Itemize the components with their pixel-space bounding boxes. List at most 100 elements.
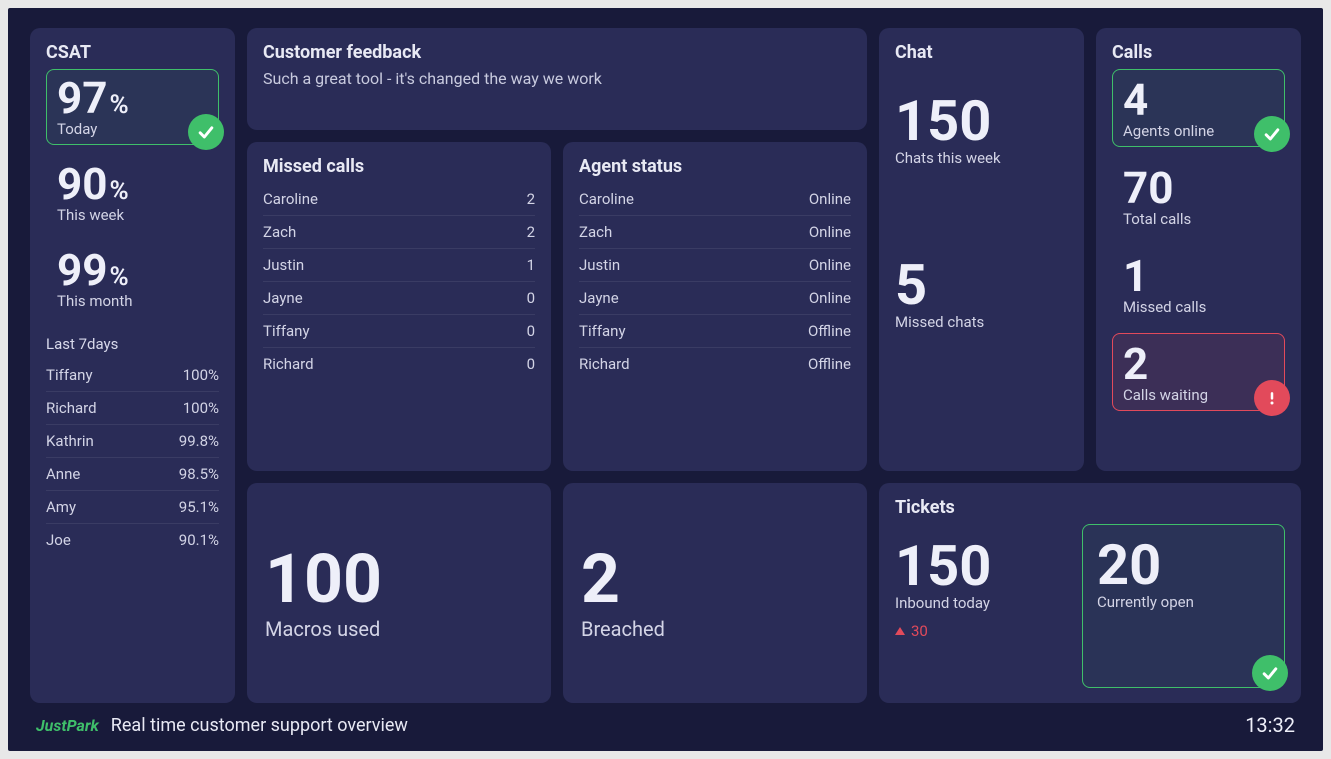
calls-missed-label: Missed calls xyxy=(1123,298,1274,316)
tickets-title: Tickets xyxy=(895,497,1285,518)
mid-row: Missed calls Caroline2Zach2Justin1Jayne0… xyxy=(247,142,867,471)
row-value: Online xyxy=(809,256,851,274)
row-value: 100% xyxy=(183,366,219,384)
tickets-open-value: 20 xyxy=(1097,537,1270,593)
table-row: Jayne 0 xyxy=(263,282,535,315)
table-row: Zach2 xyxy=(263,216,535,249)
row-value: 1 xyxy=(527,256,535,274)
tickets-inbound-value: 150 xyxy=(895,538,1068,594)
table-row: JustinOnline xyxy=(579,249,851,282)
csat-week: 90% This week xyxy=(46,155,219,231)
agent-status-list: CarolineOnlineZachOnlineJustinOnlineJayn… xyxy=(579,183,851,380)
row-value: Online xyxy=(809,289,851,307)
chat-week-label: Chats this week xyxy=(895,149,1068,167)
calls-total-value: 70 xyxy=(1123,166,1274,210)
table-row: Tiffany100% xyxy=(46,359,219,392)
calls-agents: 4 Agents online xyxy=(1112,69,1285,147)
dashboard-screen: CSAT 97% Today 90% This week 99% This mo… xyxy=(8,8,1323,751)
csat-today-label: Today xyxy=(57,120,208,138)
row-name: Richard xyxy=(46,399,97,417)
table-row: Joe90.1% xyxy=(46,524,219,556)
row-value: Online xyxy=(809,223,851,241)
table-row: Zach Online xyxy=(579,216,851,249)
row-name: Caroline xyxy=(579,190,634,208)
calls-missed: 1 Missed calls xyxy=(1112,245,1285,323)
row-name: Zach xyxy=(579,223,612,241)
chat-missed-value: 5 xyxy=(895,257,1068,313)
csat-month: 99% This month xyxy=(46,241,219,317)
csat-last7-label: Last 7days xyxy=(46,335,219,353)
row-value: 100% xyxy=(183,399,219,417)
csat-week-value: 90 xyxy=(57,158,108,210)
calls-agents-value: 4 xyxy=(1123,78,1274,122)
clock: 13:32 xyxy=(1245,713,1295,737)
footer-title: Real time customer support overview xyxy=(111,715,408,736)
calls-waiting-label: Calls waiting xyxy=(1123,386,1274,404)
row-value: 0 xyxy=(527,322,535,340)
table-row: Caroline2 xyxy=(263,183,535,216)
table-row: RichardOffline xyxy=(579,348,851,380)
check-icon xyxy=(1254,116,1290,152)
row-value: 0 xyxy=(527,355,535,373)
row-name: Caroline xyxy=(263,190,318,208)
calls-waiting: 2 Calls waiting xyxy=(1112,333,1285,411)
calls-title: Calls xyxy=(1112,42,1285,63)
dashboard-grid: CSAT 97% Today 90% This week 99% This mo… xyxy=(30,28,1301,703)
feedback-card: Customer feedback Such a great tool - it… xyxy=(247,28,867,130)
csat-today: 97% Today xyxy=(46,69,219,145)
macros-row: 100 Macros used 2 Breached xyxy=(247,483,867,703)
tickets-inbound-delta: 30 xyxy=(895,622,1068,640)
macros-value: 100 xyxy=(265,545,533,613)
row-name: Jayne xyxy=(579,289,619,307)
calls-total: 70 Total calls xyxy=(1112,157,1285,235)
row-value: Online xyxy=(809,190,851,208)
footer: JustPark Real time customer support over… xyxy=(30,703,1301,741)
feedback-title: Customer feedback xyxy=(263,42,851,63)
alert-icon xyxy=(1254,380,1290,416)
tickets-inbound: 150 Inbound today 30 xyxy=(895,524,1068,688)
chat-week-value: 150 xyxy=(895,93,1068,149)
row-name: Richard xyxy=(263,355,314,373)
breached-value: 2 xyxy=(581,545,849,613)
row-name: Jayne xyxy=(263,289,303,307)
chat-card: Chat 150 Chats this week 5 Missed chats xyxy=(879,28,1084,471)
row-name: Joe xyxy=(46,531,71,549)
missed-calls-card: Missed calls Caroline2Zach2Justin1Jayne0… xyxy=(247,142,551,471)
table-row: Kathrin99.8% xyxy=(46,425,219,458)
row-value: Offline xyxy=(808,322,851,340)
csat-today-value: 97 xyxy=(57,72,108,124)
breached-card: 2 Breached xyxy=(563,483,867,703)
agent-status-title: Agent status xyxy=(579,156,851,177)
tickets-inbound-label: Inbound today xyxy=(895,594,1068,612)
row-value: 0 xyxy=(527,289,535,307)
check-icon xyxy=(1252,655,1288,691)
csat-week-label: This week xyxy=(57,206,208,224)
csat-today-unit: % xyxy=(110,90,129,120)
chat-week: 150 Chats this week xyxy=(895,93,1068,167)
row-name: Amy xyxy=(46,498,76,516)
chat-missed: 5 Missed chats xyxy=(895,257,1068,331)
chat-title: Chat xyxy=(895,42,1068,63)
table-row: Richard 0 xyxy=(263,348,535,380)
table-row: Tiffany Offline xyxy=(579,315,851,348)
table-row: Caroline Online xyxy=(579,183,851,216)
table-row: Tiffany 0 xyxy=(263,315,535,348)
table-row: Justin1 xyxy=(263,249,535,282)
csat-card: CSAT 97% Today 90% This week 99% This mo… xyxy=(30,28,235,703)
csat-title: CSAT xyxy=(46,42,219,63)
table-row: Richard 100% xyxy=(46,392,219,425)
check-icon xyxy=(188,114,224,150)
calls-waiting-value: 2 xyxy=(1123,342,1274,386)
calls-missed-value: 1 xyxy=(1123,254,1274,298)
macros-card: 100 Macros used xyxy=(247,483,551,703)
row-name: Tiffany xyxy=(263,322,310,340)
up-triangle-icon xyxy=(895,627,905,635)
row-name: Richard xyxy=(579,355,630,373)
calls-total-label: Total calls xyxy=(1123,210,1274,228)
row-name: Anne xyxy=(46,465,80,483)
row-value: 2 xyxy=(527,223,535,241)
row-name: Tiffany xyxy=(579,322,626,340)
csat-month-value: 99 xyxy=(57,244,108,296)
calls-agents-label: Agents online xyxy=(1123,122,1274,140)
row-value: 95.1% xyxy=(179,498,219,516)
